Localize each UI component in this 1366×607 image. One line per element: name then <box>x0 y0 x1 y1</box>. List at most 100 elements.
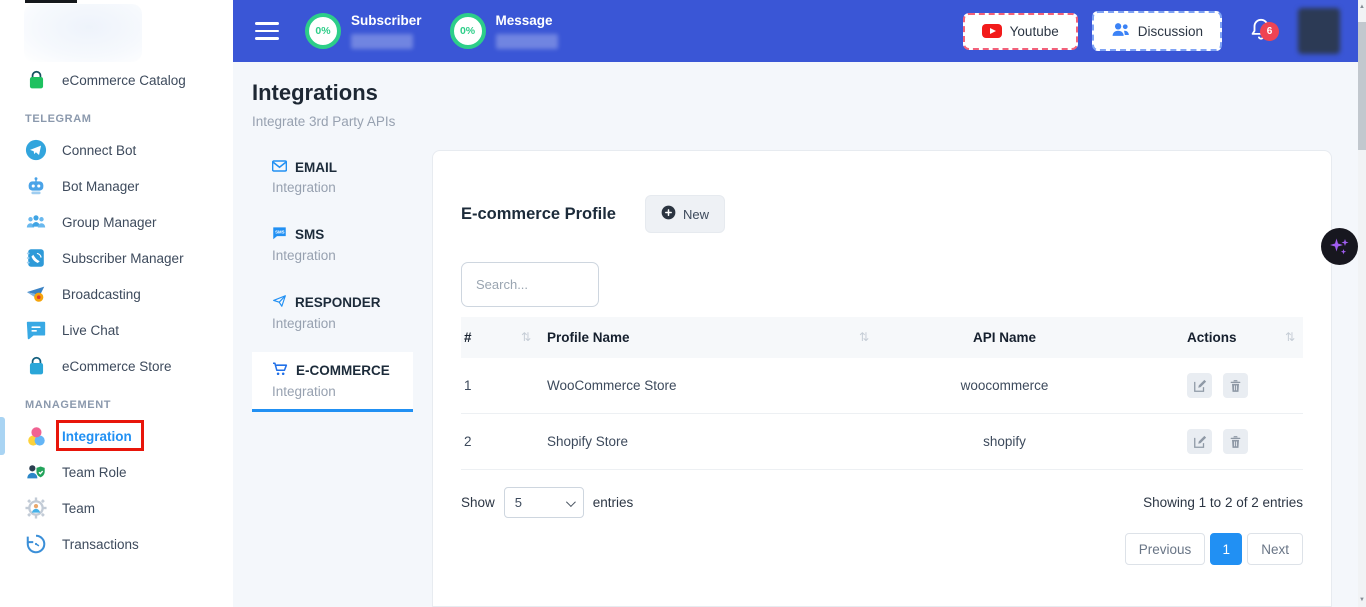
tab-ecommerce-integration[interactable]: E-COMMERCE Integration <box>252 352 413 412</box>
previous-page-button[interactable]: Previous <box>1125 533 1206 565</box>
main-column: 0% Subscriber 0% Message Youtube <box>233 0 1358 607</box>
chevron-down-icon <box>566 497 576 507</box>
scroll-up-arrow-icon[interactable]: ▲ <box>1358 2 1366 12</box>
row-api-name: shopify <box>877 414 1132 470</box>
sort-icon[interactable]: ⇅ <box>521 330 531 344</box>
sidebar-item-bot-manager[interactable]: Bot Manager <box>0 168 233 204</box>
telegram-plane-icon <box>25 139 47 161</box>
hamburger-menu-icon[interactable] <box>255 22 279 40</box>
topbar: 0% Subscriber 0% Message Youtube <box>233 0 1358 62</box>
chat-bubble-icon <box>25 319 47 341</box>
scrollbar-thumb[interactable] <box>1358 22 1366 150</box>
column-header-actions[interactable]: Actions ⇅ <box>1132 317 1303 358</box>
sidebar-item-integration[interactable]: Integration <box>0 418 233 454</box>
subscriber-percent-ring: 0% <box>305 13 341 49</box>
row-api-name: woocommerce <box>877 358 1132 414</box>
sidebar-section-management: MANAGEMENT <box>0 384 233 418</box>
table-header-row: # ⇅ Profile Name ⇅ API Name <box>461 317 1303 358</box>
panel-title: E-commerce Profile <box>461 205 616 224</box>
sms-bubble-icon: SMS <box>272 226 287 243</box>
delete-button[interactable] <box>1223 373 1248 398</box>
tab-subtitle: Integration <box>272 248 413 263</box>
highlight-annotation-box <box>56 420 144 451</box>
sidebar-item-broadcasting[interactable]: Broadcasting <box>0 276 233 312</box>
page-1-button[interactable]: 1 <box>1210 533 1242 565</box>
column-header-api-name[interactable]: API Name <box>877 317 1132 358</box>
contact-book-icon <box>25 247 47 269</box>
tab-sms-integration[interactable]: SMS SMS Integration <box>252 216 413 275</box>
window-scrollbar[interactable]: ▲ ▼ <box>1358 0 1366 607</box>
sort-icon[interactable]: ⇅ <box>1285 330 1295 344</box>
sidebar-item-team[interactable]: Team <box>0 490 233 526</box>
trash-icon <box>1229 379 1242 393</box>
column-header-num[interactable]: # ⇅ <box>461 317 539 358</box>
discussion-button[interactable]: Discussion <box>1092 11 1222 51</box>
new-profile-button[interactable]: New <box>645 195 725 233</box>
tab-subtitle: Integration <box>272 384 413 399</box>
user-avatar[interactable] <box>1298 8 1340 54</box>
table-row: 1 WooCommerce Store woocommerce <box>461 358 1303 414</box>
people-group-icon <box>25 211 47 233</box>
edit-button[interactable] <box>1187 373 1212 398</box>
active-item-indicator <box>0 417 5 455</box>
sidebar-item-connect-bot[interactable]: Connect Bot <box>0 132 233 168</box>
page-size-value: 5 <box>515 495 522 510</box>
notifications-button[interactable]: 6 <box>1248 16 1274 47</box>
page-size-select[interactable]: 5 <box>504 487 584 518</box>
people-icon <box>1111 22 1130 40</box>
sidebar-item-ecommerce-store[interactable]: eCommerce Store <box>0 348 233 384</box>
page-title: Integrations <box>252 80 1332 106</box>
tab-title: SMS <box>295 227 324 242</box>
subscriber-stat-label: Subscriber <box>351 13 422 29</box>
shopping-bag-blue-icon <box>25 355 47 377</box>
sidebar: eCommerce Catalog TELEGRAM Connect Bot B… <box>0 0 233 607</box>
sidebar-item-team-role[interactable]: Team Role <box>0 454 233 490</box>
color-circles-icon <box>25 425 47 447</box>
row-actions <box>1132 358 1303 414</box>
message-stat-label: Message <box>496 13 558 29</box>
scroll-down-arrow-icon[interactable]: ▼ <box>1358 595 1366 605</box>
pagination: Previous 1 Next <box>461 533 1303 565</box>
entries-label: entries <box>593 495 634 510</box>
app-logo <box>24 4 142 62</box>
paper-plane-icon <box>272 294 287 311</box>
history-clock-icon <box>25 533 47 555</box>
youtube-icon <box>982 24 1002 38</box>
ai-assistant-fab[interactable] <box>1321 228 1358 265</box>
subscriber-stat: 0% Subscriber <box>305 13 422 49</box>
ecommerce-profile-panel: E-commerce Profile New <box>432 150 1332 607</box>
show-label: Show <box>461 495 495 510</box>
sidebar-item-group-manager[interactable]: Group Manager <box>0 204 233 240</box>
sidebar-section-telegram: TELEGRAM <box>0 98 233 132</box>
row-num: 1 <box>461 358 539 414</box>
sidebar-item-live-chat[interactable]: Live Chat <box>0 312 233 348</box>
sidebar-item-ecommerce-catalog[interactable]: eCommerce Catalog <box>0 62 233 98</box>
search-input[interactable] <box>461 262 599 307</box>
edit-pencil-icon <box>1193 379 1207 393</box>
sidebar-item-label: Subscriber Manager <box>62 251 184 266</box>
profiles-table: # ⇅ Profile Name ⇅ API Name <box>461 317 1303 470</box>
sidebar-item-transactions[interactable]: Transactions <box>0 526 233 562</box>
plus-circle-icon <box>661 205 676 223</box>
sidebar-item-label: Group Manager <box>62 215 157 230</box>
tab-email-integration[interactable]: EMAIL Integration <box>252 150 413 207</box>
content-area: Integrations Integrate 3rd Party APIs EM… <box>233 62 1358 607</box>
sidebar-item-label: Bot Manager <box>62 179 139 194</box>
tab-subtitle: Integration <box>272 316 413 331</box>
row-actions <box>1132 414 1303 470</box>
sort-icon[interactable]: ⇅ <box>859 330 869 344</box>
notification-count-badge: 6 <box>1260 22 1279 41</box>
tab-title: EMAIL <box>295 160 337 175</box>
logo-redacted-mark <box>25 0 77 3</box>
message-percent-ring: 0% <box>450 13 486 49</box>
edit-button[interactable] <box>1187 429 1212 454</box>
youtube-button[interactable]: Youtube <box>963 13 1078 50</box>
sidebar-item-label: eCommerce Catalog <box>62 73 186 88</box>
tab-responder-integration[interactable]: RESPONDER Integration <box>252 284 413 343</box>
delete-button[interactable] <box>1223 429 1248 454</box>
next-page-button[interactable]: Next <box>1247 533 1303 565</box>
sidebar-item-subscriber-manager[interactable]: Subscriber Manager <box>0 240 233 276</box>
message-count-redacted <box>496 34 558 49</box>
column-header-profile-name[interactable]: Profile Name ⇅ <box>539 317 877 358</box>
subscriber-count-redacted <box>351 34 413 49</box>
